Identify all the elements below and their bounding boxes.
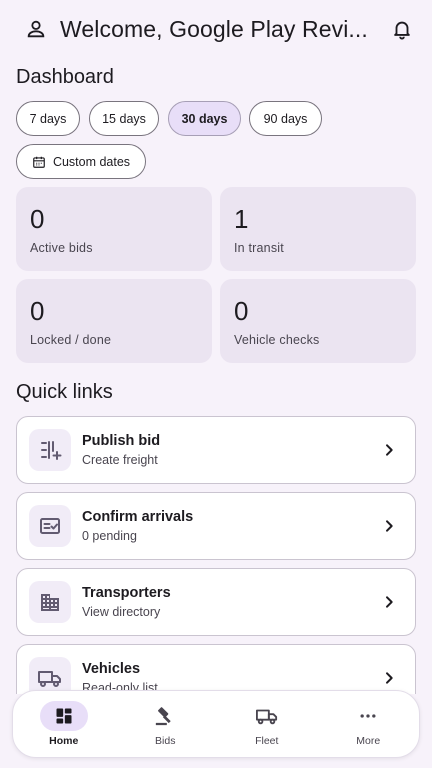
account-icon[interactable] xyxy=(22,15,50,43)
notifications-bell-icon[interactable] xyxy=(388,15,416,43)
stat-label: In transit xyxy=(234,241,284,255)
dashboard-heading: Dashboard xyxy=(16,66,114,88)
stat-card-in-transit[interactable]: 1 In transit xyxy=(220,187,416,271)
stat-value: 0 xyxy=(30,204,45,234)
stat-card-locked-done[interactable]: 0 Locked / done xyxy=(16,279,212,363)
building-icon xyxy=(29,581,71,623)
nav-item-bids[interactable]: Bids xyxy=(115,691,217,757)
truck-icon xyxy=(243,701,291,731)
gavel-icon xyxy=(141,701,189,731)
chip-15-days[interactable]: 15 days xyxy=(89,101,159,136)
link-title: Vehicles xyxy=(82,661,141,677)
quick-links-heading: Quick links xyxy=(16,381,113,403)
nav-item-fleet[interactable]: Fleet xyxy=(216,691,318,757)
chip-label: 7 days xyxy=(29,111,67,126)
quick-links-list: Publish bid Create freight Confirm arriv… xyxy=(0,410,432,694)
link-subtitle: Create freight xyxy=(82,453,158,467)
nav-label: Fleet xyxy=(255,735,279,747)
quick-link-vehicles[interactable]: Vehicles Read-only list xyxy=(16,644,416,694)
nav-label: More xyxy=(356,735,381,747)
chip-90-days[interactable]: 90 days xyxy=(249,101,322,136)
chevron-right-icon xyxy=(377,590,401,614)
quick-link-transporters[interactable]: Transporters View directory xyxy=(16,568,416,636)
publish-bid-icon xyxy=(29,429,71,471)
stat-value: 1 xyxy=(234,204,249,234)
stat-card-active-bids[interactable]: 0 Active bids xyxy=(16,187,212,271)
custom-dates-chip[interactable]: Custom dates xyxy=(16,144,146,179)
link-title: Confirm arrivals xyxy=(82,509,194,525)
link-subtitle: View directory xyxy=(82,605,161,619)
stat-value: 0 xyxy=(30,296,45,326)
nav-label: Bids xyxy=(155,735,176,747)
app-screen: Welcome, Google Play Revi... Dashboard 7… xyxy=(0,0,432,768)
checklist-icon xyxy=(29,505,71,547)
chevron-right-icon xyxy=(377,666,401,690)
bottom-navigation-bar: Home Bids Fleet More xyxy=(12,690,420,758)
chip-label: 90 days xyxy=(263,111,308,126)
custom-dates-label: Custom dates xyxy=(52,154,131,169)
welcome-title: Welcome, Google Play Revi... xyxy=(60,15,368,42)
stat-label: Vehicle checks xyxy=(234,333,320,347)
chip-label: 15 days xyxy=(102,111,146,126)
top-app-bar: Welcome, Google Play Revi... xyxy=(0,0,432,58)
quick-link-confirm-arrivals[interactable]: Confirm arrivals 0 pending xyxy=(16,492,416,560)
nav-item-home[interactable]: Home xyxy=(13,691,115,757)
dashboard-icon xyxy=(39,701,88,731)
stat-value: 0 xyxy=(234,296,249,326)
stat-label: Active bids xyxy=(30,241,93,255)
more-horiz-icon xyxy=(344,701,392,731)
nav-item-more[interactable]: More xyxy=(318,691,420,757)
truck-icon xyxy=(29,657,71,694)
link-title: Publish bid xyxy=(82,433,161,449)
stat-label: Locked / done xyxy=(30,333,112,347)
calendar-icon xyxy=(32,155,46,169)
nav-label: Home xyxy=(49,735,79,747)
stat-card-vehicle-checks[interactable]: 0 Vehicle checks xyxy=(220,279,416,363)
link-subtitle: 0 pending xyxy=(82,529,137,543)
quick-link-publish-bid[interactable]: Publish bid Create freight xyxy=(16,416,416,484)
chevron-right-icon xyxy=(377,438,401,462)
link-title: Transporters xyxy=(82,585,171,601)
chip-label: 30 days xyxy=(181,111,228,126)
chip-30-days[interactable]: 30 days xyxy=(168,101,241,136)
chevron-right-icon xyxy=(377,514,401,538)
chip-7-days[interactable]: 7 days xyxy=(16,101,80,136)
